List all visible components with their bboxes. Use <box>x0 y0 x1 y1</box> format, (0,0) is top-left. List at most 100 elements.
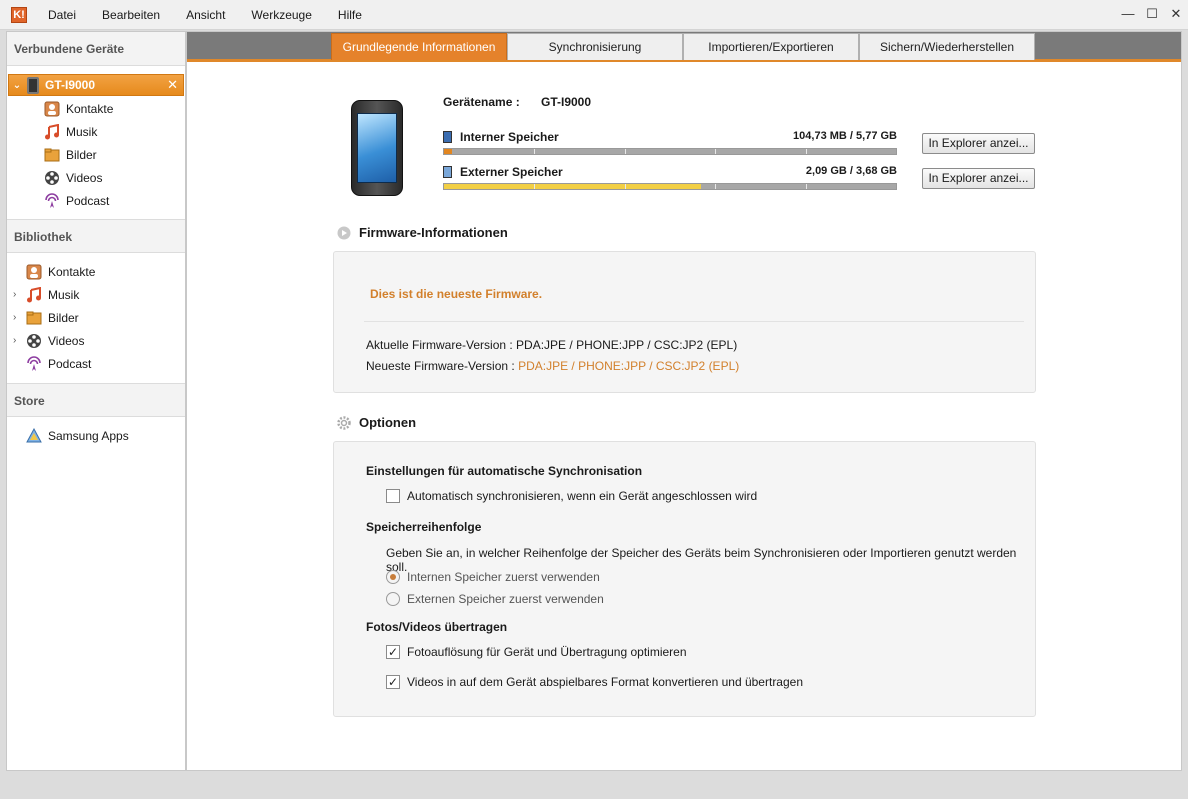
store-item-label: Samsung Apps <box>48 428 129 443</box>
music-icon <box>25 286 43 304</box>
autosync-option[interactable]: Automatisch synchronisieren, wenn ein Ge… <box>386 489 757 503</box>
video-convert-checkbox[interactable]: ✓ <box>386 675 400 689</box>
store-item-samsung-apps[interactable]: Samsung Apps <box>7 424 185 447</box>
photo-optimize-option[interactable]: ✓ Fotoauflösung für Gerät und Übertragun… <box>386 645 687 659</box>
menu-bearbeiten[interactable]: Bearbeiten <box>89 0 173 30</box>
music-icon <box>43 123 61 141</box>
gear-icon <box>337 415 351 430</box>
internal-storage: Interner Speicher 104,73 MB / 5,77 GB <box>443 130 897 155</box>
library-item-label: Bilder <box>48 310 79 325</box>
firmware-panel: Dies ist die neueste Firmware. Aktuelle … <box>333 251 1036 393</box>
device-item-podcast[interactable]: Podcast <box>7 189 185 212</box>
phone-storage-icon <box>443 131 452 143</box>
contacts-icon <box>43 100 61 118</box>
tab-synchronisierung[interactable]: Synchronisierung <box>507 33 683 60</box>
internal-storage-size: 104,73 MB / 5,77 GB <box>793 130 897 142</box>
external-storage-fill <box>444 184 701 189</box>
external-storage: Externer Speicher 2,09 GB / 3,68 GB <box>443 165 897 190</box>
device-item-videos[interactable]: Videos <box>7 166 185 189</box>
external-storage-bar <box>443 183 897 190</box>
library-header: Bibliothek <box>7 219 185 253</box>
sd-card-icon <box>443 166 452 178</box>
minimize-button[interactable]: — <box>1116 0 1140 30</box>
firmware-section-title[interactable]: Firmware-Informationen <box>337 225 508 240</box>
device-name-label: Gerätename : <box>443 95 520 109</box>
contacts-icon <box>25 263 43 281</box>
device-item-musik[interactable]: Musik <box>7 120 185 143</box>
maximize-button[interactable]: ☐ <box>1140 0 1164 30</box>
status-bar <box>0 771 1188 799</box>
device-item-bilder[interactable]: Bilder <box>7 143 185 166</box>
window-controls: — ☐ ✕ <box>1116 0 1188 30</box>
folder-icon <box>25 309 43 327</box>
external-storage-size: 2,09 GB / 3,68 GB <box>805 165 897 177</box>
radio-external[interactable] <box>386 592 400 606</box>
menu-werkzeuge[interactable]: Werkzeuge <box>238 0 324 30</box>
disconnect-icon[interactable]: ✕ <box>167 77 178 93</box>
library-item-label: Videos <box>48 333 85 348</box>
library-item-videos[interactable]: › Videos <box>7 329 185 352</box>
library-item-label: Kontakte <box>48 264 96 279</box>
tab-sichern-wiederherstellen[interactable]: Sichern/Wiederherstellen <box>859 33 1035 60</box>
autosync-checkbox[interactable] <box>386 489 400 503</box>
autosync-label: Automatisch synchronisieren, wenn ein Ge… <box>407 489 758 503</box>
device-item-gt-i9000[interactable]: ⌄ GT-I9000 ✕ <box>8 74 184 96</box>
device-name: GT-I9000 <box>45 78 96 92</box>
close-button[interactable]: ✕ <box>1164 0 1188 30</box>
tab-bar: Grundlegende Informationen Synchronisier… <box>187 32 1181 62</box>
library-item-podcast[interactable]: Podcast <box>7 352 185 375</box>
kies-logo-icon: K! <box>11 6 27 23</box>
options-section-title[interactable]: Optionen <box>337 415 416 430</box>
podcast-icon <box>43 192 61 210</box>
library-item-label: Musik <box>48 287 80 302</box>
library-item-bilder[interactable]: › Bilder <box>7 306 185 329</box>
chevron-right-icon[interactable]: › <box>13 289 23 300</box>
current-firmware-line: Aktuelle Firmware-Version : PDA:JPE / PH… <box>366 338 738 352</box>
radio-internal-label: Internen Speicher zuerst verwenden <box>407 570 600 584</box>
device-item-label: Videos <box>66 170 103 185</box>
library-item-label: Podcast <box>48 356 92 371</box>
radio-internal-option[interactable]: Internen Speicher zuerst verwenden <box>386 570 600 584</box>
menu-ansicht[interactable]: Ansicht <box>173 0 238 30</box>
firmware-status-message: Dies ist die neueste Firmware. <box>370 287 543 301</box>
main-content: Grundlegende Informationen Synchronisier… <box>186 31 1182 771</box>
menu-hilfe[interactable]: Hilfe <box>325 0 375 30</box>
internal-storage-bar <box>443 148 897 155</box>
photo-optimize-checkbox[interactable]: ✓ <box>386 645 400 659</box>
radio-internal[interactable] <box>386 570 400 584</box>
photo-video-header: Fotos/Videos übertragen <box>366 620 508 634</box>
latest-firmware-line: Neueste Firmware-Version : PDA:JPE / PHO… <box>366 359 740 373</box>
autosync-header: Einstellungen für automatische Synchroni… <box>366 464 643 478</box>
library-item-kontakte[interactable]: Kontakte <box>7 260 185 283</box>
radio-external-option[interactable]: Externen Speicher zuerst verwenden <box>386 592 604 606</box>
video-convert-label: Videos in auf dem Gerät abspielbares For… <box>407 675 804 689</box>
device-item-label: Bilder <box>66 147 97 162</box>
chevron-down-icon[interactable]: ⌄ <box>9 80 25 91</box>
expand-arrow-icon <box>337 226 351 239</box>
menu-datei[interactable]: Datei <box>35 0 89 30</box>
device-item-label: Musik <box>66 124 98 139</box>
store-header: Store <box>7 383 185 417</box>
radio-external-label: Externen Speicher zuerst verwenden <box>407 592 604 606</box>
device-item-kontakte[interactable]: Kontakte <box>7 97 185 120</box>
internal-explorer-button[interactable]: In Explorer anzei... <box>922 133 1035 154</box>
video-convert-option[interactable]: ✓ Videos in auf dem Gerät abspielbares F… <box>386 675 803 689</box>
internal-storage-label: Interner Speicher <box>460 130 559 144</box>
device-name-value: GT-I9000 <box>541 95 592 109</box>
tab-grundlegende-informationen[interactable]: Grundlegende Informationen <box>331 33 507 60</box>
tab-importieren-exportieren[interactable]: Importieren/Exportieren <box>683 33 859 60</box>
device-item-label: Podcast <box>66 193 110 208</box>
film-reel-icon <box>43 169 61 187</box>
menu-bar: K! Datei Bearbeiten Ansicht Werkzeuge Hi… <box>0 0 1188 30</box>
library-item-musik[interactable]: › Musik <box>7 283 185 306</box>
phone-icon <box>27 76 39 94</box>
chevron-right-icon[interactable]: › <box>13 335 23 346</box>
photo-optimize-label: Fotoauflösung für Gerät und Übertragung … <box>407 645 687 659</box>
internal-storage-fill <box>444 149 453 154</box>
external-explorer-button[interactable]: In Explorer anzei... <box>922 168 1035 189</box>
folder-icon <box>43 146 61 164</box>
film-reel-icon <box>25 332 43 350</box>
external-storage-label: Externer Speicher <box>460 165 563 179</box>
chevron-right-icon[interactable]: › <box>13 312 23 323</box>
device-image <box>351 100 403 196</box>
